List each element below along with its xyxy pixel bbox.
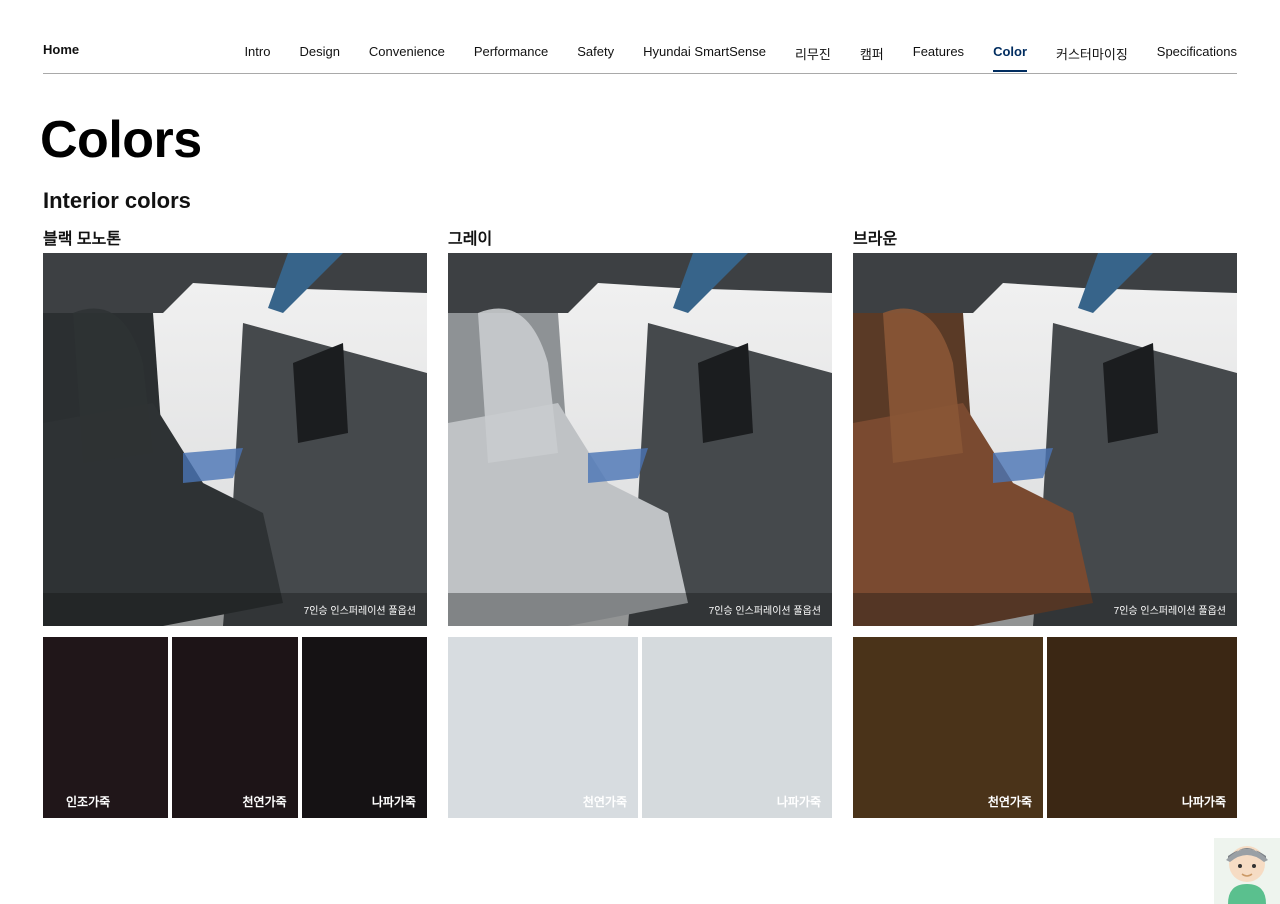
color-group-title: 블랙 모노톤 <box>43 231 122 248</box>
nav-item-limousine[interactable]: 리무진 <box>795 44 831 72</box>
nav-item-color[interactable]: Color <box>993 44 1027 72</box>
swatch-label: 나파가죽 <box>371 795 416 809</box>
color-group-gray: 그레이 7인승 인스퍼레이션 풀옵션 천연가죽 나파가죽 <box>448 225 832 818</box>
swatch-natural-leather[interactable]: 천연가죽 <box>448 637 638 818</box>
nav-item-performance[interactable]: Performance <box>474 44 548 72</box>
swatch-synthetic-leather[interactable]: 인조가죽 <box>43 637 169 818</box>
nav-item-specifications[interactable]: Specifications <box>1157 44 1237 72</box>
nav-item-intro[interactable]: Intro <box>244 44 270 72</box>
chatbot-avatar[interactable] <box>1214 838 1280 904</box>
material-swatches: 인조가죽 천연가죽 나파가죽 <box>43 637 427 818</box>
photo-caption: 7인승 인스퍼레이션 풀옵션 <box>303 606 416 617</box>
nav-item-design[interactable]: Design <box>299 44 339 72</box>
swatch-label: 천연가죽 <box>242 795 287 809</box>
nav-home-link[interactable]: Home <box>43 42 79 57</box>
nav-item-convenience[interactable]: Convenience <box>369 44 445 72</box>
nav-menu: Intro Design Convenience Performance Saf… <box>215 44 1237 72</box>
swatch-label: 나파가죽 <box>1181 795 1226 809</box>
material-swatches: 천연가죽 나파가죽 <box>448 637 832 818</box>
interior-photo: 7인승 인스퍼레이션 풀옵션 <box>448 253 832 626</box>
color-group-brown: 브라운 7인승 인스퍼레이션 풀옵션 천연가죽 나파가죽 <box>853 225 1237 818</box>
sub-navigation: Home Intro Design Convenience Performanc… <box>43 34 1237 74</box>
color-group-title: 그레이 <box>448 231 493 248</box>
nav-item-smartsense[interactable]: Hyundai SmartSense <box>643 44 766 72</box>
avatar-icon <box>1214 838 1280 904</box>
nav-item-safety[interactable]: Safety <box>577 44 614 72</box>
interior-photo: 7인승 인스퍼레이션 풀옵션 <box>43 253 427 626</box>
color-group-black: 블랙 모노톤 7인승 인스퍼레이션 풀옵션 인조가죽 천연가죽 나파가죽 <box>43 225 427 818</box>
swatch-label: 인조가죽 <box>66 795 111 809</box>
color-group-title: 브라운 <box>853 231 898 248</box>
swatch-label: 천연가죽 <box>582 795 627 809</box>
car-interior-image <box>43 253 427 626</box>
swatch-nappa-leather[interactable]: 나파가죽 <box>301 637 427 818</box>
section-title: Interior colors <box>43 188 191 213</box>
swatch-label: 나파가죽 <box>776 795 821 809</box>
swatch-nappa-leather[interactable]: 나파가죽 <box>642 637 832 818</box>
page-title: Colors <box>40 111 202 169</box>
swatch-natural-leather[interactable]: 천연가죽 <box>853 637 1043 818</box>
photo-caption: 7인승 인스퍼레이션 풀옵션 <box>708 606 821 617</box>
photo-caption: 7인승 인스퍼레이션 풀옵션 <box>1113 606 1226 617</box>
nav-item-camper[interactable]: 캠퍼 <box>860 44 884 72</box>
nav-item-customizing[interactable]: 커스터마이징 <box>1056 44 1128 72</box>
swatch-nappa-leather[interactable]: 나파가죽 <box>1047 637 1237 818</box>
car-interior-image <box>853 253 1237 626</box>
nav-item-features[interactable]: Features <box>913 44 964 72</box>
swatch-natural-leather[interactable]: 천연가죽 <box>172 637 298 818</box>
interior-photo: 7인승 인스퍼레이션 풀옵션 <box>853 253 1237 626</box>
car-interior-image <box>448 253 832 626</box>
material-swatches: 천연가죽 나파가죽 <box>853 637 1237 818</box>
swatch-label: 천연가죽 <box>987 795 1032 809</box>
